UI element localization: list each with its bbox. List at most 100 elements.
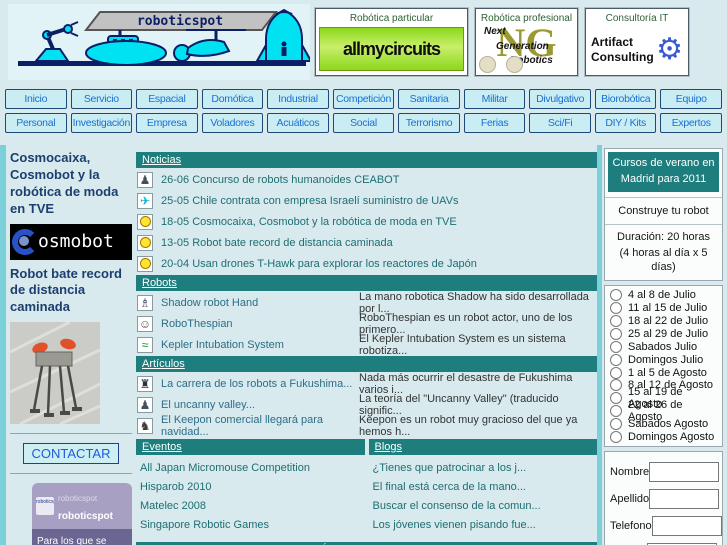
robot-item[interactable]: Kepler Intubation System El Kepler Intub…: [136, 333, 597, 357]
nav-button[interactable]: Militar: [463, 89, 526, 110]
course-schedule: (4 horas al día x 5 días): [619, 247, 708, 274]
course-date-option[interactable]: 4 al 8 de Julio: [610, 289, 717, 302]
featured-headline-2[interactable]: Robot bate record de distancia caminada: [10, 266, 132, 317]
divider: [10, 473, 132, 475]
nav-button[interactable]: Empresa: [136, 113, 198, 134]
nav-button[interactable]: Sanitaria: [398, 89, 460, 110]
article-title-link[interactable]: La carrera de los robots a Fukushima...: [161, 378, 359, 390]
radio-button-icon[interactable]: [610, 366, 622, 379]
nav-button[interactable]: Espacial: [136, 89, 198, 110]
nav-button[interactable]: Equipo: [660, 89, 722, 110]
course-date-option[interactable]: 1 al 5 de Agosto: [610, 366, 717, 379]
event-item[interactable]: Matelec 2008: [140, 500, 365, 512]
site-banner[interactable]: roboticspot: [8, 4, 313, 80]
ad-next-generation-robotics[interactable]: Robótica profesional NG Next Generation …: [474, 7, 579, 77]
article-item[interactable]: El uncanny valley... La teoría del "Unca…: [136, 393, 597, 417]
news-item[interactable]: 13-05 Robot bate record de distancia cam…: [136, 233, 597, 252]
robot-item[interactable]: RoboThespian RoboThespian es un robot ac…: [136, 312, 597, 336]
radio-button-icon[interactable]: [610, 302, 622, 315]
decorative-circle: [479, 56, 496, 73]
form-text-input[interactable]: [651, 516, 722, 537]
nav-button[interactable]: Competición: [332, 89, 395, 110]
ad-allmycircuits[interactable]: Robótica particular allmycircuits: [314, 7, 469, 77]
build-robot-link[interactable]: Construye tu robot: [608, 205, 719, 217]
blog-item[interactable]: El final está cerca de la mano...: [373, 481, 598, 493]
radio-button-icon[interactable]: [610, 392, 622, 405]
news-section-link[interactable]: Noticias: [142, 154, 181, 166]
course-date-option[interactable]: 11 al 15 de Julio: [610, 302, 717, 315]
nav-button[interactable]: Acuáticos: [267, 113, 329, 134]
news-item[interactable]: 20-04 Usan drones T-Hawk para explorar l…: [136, 254, 597, 273]
article-title-link[interactable]: El Keepon comercial llegará para navidad…: [161, 414, 359, 438]
article-item[interactable]: El Keepon comercial llegará para navidad…: [136, 414, 597, 438]
robot-name-link[interactable]: Shadow robot Hand: [161, 297, 359, 309]
radio-button-icon[interactable]: [610, 379, 622, 392]
robot-item[interactable]: Shadow robot Hand La mano robotica Shado…: [136, 291, 597, 315]
globe-icon: [12, 228, 38, 255]
articles-section-link[interactable]: Artículos: [142, 358, 185, 370]
radio-button-icon[interactable]: [610, 405, 622, 418]
form-text-input[interactable]: [649, 462, 720, 483]
form-text-input[interactable]: [649, 489, 720, 510]
left-sidebar: Cosmocaixa, Cosmobot y la robótica de mo…: [10, 150, 132, 545]
course-date-option[interactable]: 22 al 26 de Agosto: [610, 399, 717, 423]
robots-section-link[interactable]: Robots: [142, 277, 177, 289]
news-item[interactable]: 26-06 Concurso de robots humanoides CEAB…: [136, 170, 597, 189]
course-date-option[interactable]: 18 al 22 de Julio: [610, 314, 717, 328]
nav-button[interactable]: Ferias: [463, 113, 526, 134]
blogs-section-link[interactable]: Blogs: [375, 441, 403, 453]
humanoid-robot-icon: [137, 171, 153, 188]
nav-button[interactable]: Voladores: [201, 113, 264, 134]
course-date-option[interactable]: 25 al 29 de Julio: [610, 327, 717, 340]
events-section-link[interactable]: Eventos: [142, 441, 182, 453]
contact-button[interactable]: CONTACTAR: [22, 443, 120, 465]
radio-button-icon[interactable]: [610, 340, 622, 353]
news-item[interactable]: 25-05 Chile contrata con empresa Israelí…: [136, 191, 597, 210]
article-item[interactable]: La carrera de los robots a Fukushima... …: [136, 372, 597, 396]
nav-button[interactable]: Sci/Fi: [529, 113, 591, 134]
blog-item[interactable]: ¿Tienes que patrocinar a los j...: [373, 462, 598, 474]
radio-button-icon[interactable]: [610, 314, 622, 327]
radio-button-icon[interactable]: [610, 353, 622, 366]
featured-headline-1[interactable]: Cosmocaixa, Cosmobot y la robótica de mo…: [10, 150, 132, 218]
nav-button[interactable]: Domótica: [201, 89, 264, 110]
nav-button[interactable]: Expertos: [660, 113, 722, 134]
nav-button[interactable]: Social: [332, 113, 395, 134]
blog-item[interactable]: Buscar el consenso de la comun...: [373, 500, 598, 512]
event-item[interactable]: Hisparob 2010: [140, 481, 365, 493]
ad-artifact-consulting[interactable]: Consultoría IT Artifact Consulting ⚙: [584, 7, 690, 77]
nav-button[interactable]: DIY / Kits: [594, 113, 657, 134]
radio-button-icon[interactable]: [610, 327, 622, 340]
robot-name-link[interactable]: Kepler Intubation System: [161, 339, 359, 351]
nav-button[interactable]: Inicio: [5, 89, 67, 110]
nav-button[interactable]: Servicio: [70, 89, 133, 110]
news-item[interactable]: 18-05 Cosmocaixa, Cosmobot y la robótica…: [136, 212, 597, 231]
nav-button[interactable]: Divulgativo: [529, 89, 591, 110]
events-section-header: Eventos: [136, 439, 365, 455]
form-row: Nombre: [610, 462, 720, 483]
nav-button[interactable]: Terrorismo: [398, 113, 460, 134]
blog-item[interactable]: Los jóvenes vienen pisando fue...: [373, 519, 598, 531]
course-date-option[interactable]: Domingos Agosto: [610, 431, 717, 444]
course-date-option[interactable]: Sabados Julio: [610, 340, 717, 353]
robots-section-header: Robots: [136, 275, 597, 291]
nav-button[interactable]: Investigación: [70, 113, 133, 134]
nav-button[interactable]: Biorobótica: [594, 89, 657, 110]
radio-button-icon[interactable]: [610, 431, 622, 443]
event-item[interactable]: Singapore Robotic Games: [140, 519, 365, 531]
nav-row-1: Inicio Servicio Espacial Domótica Industrial…: [5, 89, 722, 110]
radio-button-icon[interactable]: [610, 418, 622, 431]
article-title-link[interactable]: El uncanny valley...: [161, 399, 359, 411]
nav-button[interactable]: Industrial: [267, 89, 329, 110]
walking-robot-photo[interactable]: [10, 322, 100, 425]
cosmobot-logo[interactable]: osmobot: [10, 223, 132, 260]
nav-button[interactable]: Personal: [5, 113, 67, 134]
courses-sidebar: Cursos de verano en Madrid para 2011 Con…: [604, 148, 723, 545]
interest-form-box: Nombre Apellido Telefono Edad: [604, 451, 723, 545]
radio-button-icon[interactable]: [610, 289, 622, 302]
course-date-option[interactable]: Sabados Agosto: [610, 418, 717, 431]
robot-name-link[interactable]: RoboThespian: [161, 318, 359, 330]
roboticspot-social-widget[interactable]: roboticspot roboticspot roboticspot Para…: [32, 483, 132, 545]
course-date-option[interactable]: Domingos Julio: [610, 353, 717, 366]
event-item[interactable]: All Japan Micromouse Competition: [140, 462, 365, 474]
